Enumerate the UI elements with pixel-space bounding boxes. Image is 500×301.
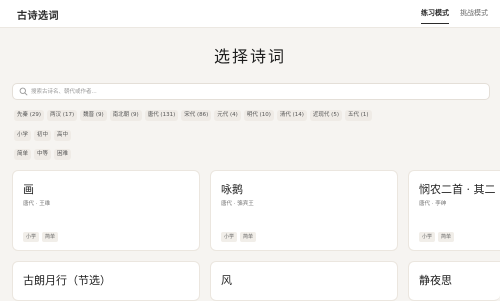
poem-card[interactable]: 咏鹅 唐代 · 骆宾王 小学 简单 <box>210 170 398 251</box>
nav-practice-mode[interactable]: 练习模式 <box>421 8 449 24</box>
filter-dynasty-weijin[interactable]: 魏晋 (9) <box>80 110 107 121</box>
poem-author: 唐代 · 王维 <box>23 201 51 207</box>
filter-dynasty-xianqin[interactable]: 先秦 (29) <box>14 110 45 121</box>
filter-dynasty-modern[interactable]: 近现代 (5) <box>309 110 342 121</box>
filter-difficulty-medium[interactable]: 中等 <box>34 149 52 160</box>
filter-difficulty-easy[interactable]: 简单 <box>14 149 32 160</box>
poem-difficulty-tag: 简单 <box>240 232 257 242</box>
filter-grade-senior[interactable]: 高中 <box>54 130 72 141</box>
poem-author: 唐代 · 骆宾王 <box>221 201 254 207</box>
poem-title: 画 <box>23 183 34 196</box>
poem-card[interactable]: 画 唐代 · 王维 小学 简单 <box>12 170 200 251</box>
poem-title: 静夜思 <box>419 274 452 287</box>
filter-grade-primary[interactable]: 小学 <box>14 130 32 141</box>
page-title: 选择诗词 <box>213 47 286 66</box>
search-box[interactable] <box>12 83 490 100</box>
poem-author: 唐代 · 李绅 <box>419 201 447 207</box>
poem-difficulty-tag: 简单 <box>438 232 455 242</box>
poem-card[interactable]: 悯农二首 · 其二 唐代 · 李绅 小学 简单 <box>408 170 500 251</box>
filter-dynasty-tang[interactable]: 唐代 (131) <box>144 110 179 121</box>
search-icon <box>19 87 28 96</box>
app-logo[interactable]: 古诗选词 <box>17 7 59 22</box>
poem-title: 咏鹅 <box>221 183 243 196</box>
poem-card[interactable]: 古朗月行（节选） <box>12 261 200 301</box>
poem-title: 古朗月行（节选） <box>23 274 111 287</box>
filter-dynasty-yuan[interactable]: 元代 (4) <box>214 110 241 121</box>
search-input[interactable] <box>31 85 471 98</box>
filter-dynasty-nanbeichao[interactable]: 南北朝 (9) <box>109 110 142 121</box>
filter-dynasty-lianghan[interactable]: 两汉 (17) <box>47 110 78 121</box>
difficulty-filters: 简单 中等 困难 <box>14 149 72 160</box>
dynasty-filters: 先秦 (29) 两汉 (17) 魏晋 (9) 南北朝 (9) 唐代 (131) … <box>14 110 372 121</box>
poem-card[interactable]: 风 <box>210 261 398 301</box>
poem-difficulty-tag: 简单 <box>42 232 59 242</box>
filter-dynasty-song[interactable]: 宋代 (86) <box>181 110 212 121</box>
poem-card[interactable]: 静夜思 <box>408 261 500 301</box>
nav-challenge-mode[interactable]: 挑战模式 <box>460 8 488 18</box>
poem-title: 风 <box>221 274 232 287</box>
poem-title: 悯农二首 · 其二 <box>419 183 496 196</box>
grade-filters: 小学 初中 高中 <box>14 130 72 141</box>
filter-dynasty-qing[interactable]: 清代 (14) <box>276 110 307 121</box>
filter-grade-junior[interactable]: 初中 <box>34 130 52 141</box>
poem-grade-tag: 小学 <box>23 232 40 242</box>
top-bar: 古诗选词 练习模式 挑战模式 <box>0 0 500 28</box>
filter-difficulty-hard[interactable]: 困难 <box>54 149 72 160</box>
poem-grade-tag: 小学 <box>419 232 436 242</box>
poem-grade-tag: 小学 <box>221 232 238 242</box>
filter-dynasty-ming[interactable]: 明代 (10) <box>243 110 274 121</box>
filter-dynasty-wudai[interactable]: 五代 (1) <box>344 110 372 121</box>
